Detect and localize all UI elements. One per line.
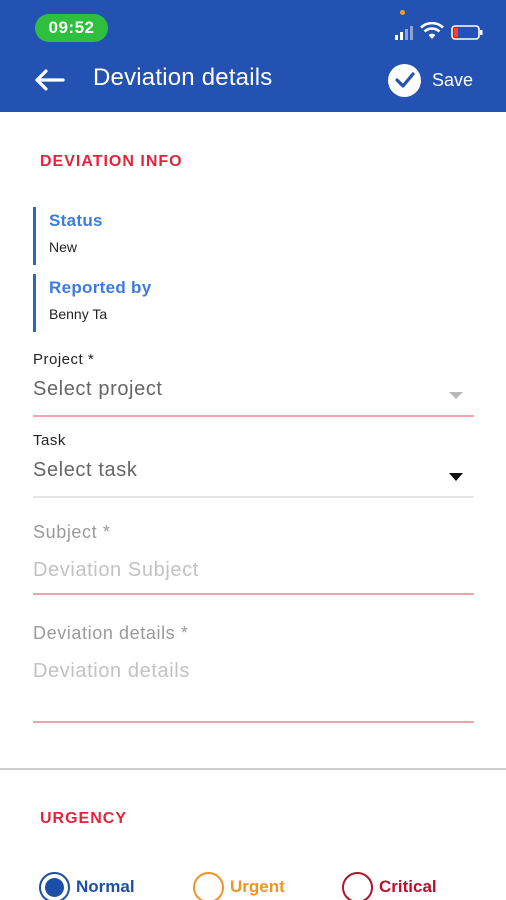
urgency-option-critical[interactable]: Critical xyxy=(342,871,437,900)
status-label: Status xyxy=(49,211,103,230)
urgency-urgent-label: Urgent xyxy=(230,877,285,896)
page-title: Deviation details xyxy=(93,64,273,91)
notification-dot-icon xyxy=(400,10,405,15)
subject-underline xyxy=(33,593,474,595)
urgency-option-urgent[interactable]: Urgent xyxy=(193,871,285,900)
radio-unselected-icon xyxy=(342,871,373,900)
details-label: Deviation details * xyxy=(33,623,189,643)
status-value: New xyxy=(49,239,78,255)
reported-by-info: Reported by Benny Ta xyxy=(33,274,333,332)
radio-selected-icon xyxy=(39,871,70,900)
section-divider xyxy=(0,768,506,770)
urgency-critical-label: Critical xyxy=(379,877,437,896)
project-select[interactable]: Select project xyxy=(33,378,474,412)
urgency-option-normal[interactable]: Normal xyxy=(39,871,135,900)
battery-icon xyxy=(451,25,483,40)
task-select-value: Select task xyxy=(33,459,138,481)
task-label: Task xyxy=(33,432,66,449)
deviation-info-heading: DEVIATION INFO xyxy=(40,153,183,170)
chevron-down-icon xyxy=(449,473,463,481)
cellular-signal-icon xyxy=(395,26,413,40)
details-input[interactable] xyxy=(33,656,474,686)
status-time: 09:52 xyxy=(35,14,108,42)
project-select-value: Select project xyxy=(33,378,163,400)
save-button[interactable]: Save xyxy=(388,62,473,98)
project-label: Project * xyxy=(33,351,95,368)
status-info: Status New xyxy=(33,207,333,265)
task-select[interactable]: Select task xyxy=(33,459,474,493)
radio-unselected-icon xyxy=(193,871,224,900)
urgency-heading: URGENCY xyxy=(40,810,128,827)
app-bar: 09:52 Deviation details Save xyxy=(0,0,506,112)
project-underline xyxy=(33,415,474,417)
wifi-icon xyxy=(420,22,444,39)
chevron-down-icon xyxy=(449,392,463,399)
reported-by-label: Reported by xyxy=(49,278,152,297)
subject-input[interactable] xyxy=(33,555,474,585)
subject-label: Subject * xyxy=(33,522,111,542)
check-circle-icon xyxy=(388,63,421,97)
reported-by-value: Benny Ta xyxy=(49,306,108,322)
arrow-left-icon xyxy=(35,69,65,91)
back-button[interactable] xyxy=(30,62,68,98)
urgency-normal-label: Normal xyxy=(76,877,135,896)
details-underline xyxy=(33,721,474,723)
task-underline xyxy=(33,496,474,498)
save-label: Save xyxy=(432,69,474,90)
